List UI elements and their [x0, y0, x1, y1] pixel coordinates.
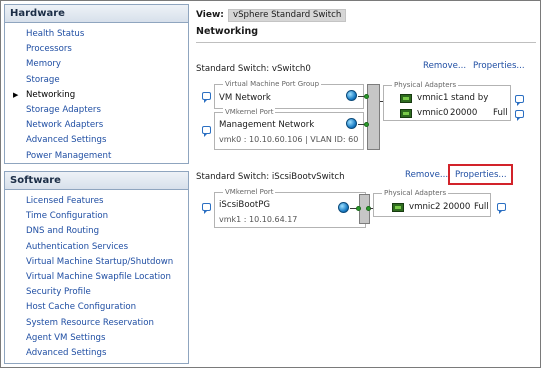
nav-label: Host Cache Configuration — [26, 302, 137, 313]
nav-item-power-management[interactable]: Power Management — [5, 149, 188, 164]
nav-item-security-profile[interactable]: Security Profile — [5, 285, 188, 300]
nav-item-storage-adapters[interactable]: Storage Adapters — [5, 103, 188, 118]
info-bubble-icon[interactable] — [202, 126, 211, 137]
switch0-remove-link[interactable]: Remove... — [423, 61, 466, 71]
nav-label: Agent VM Settings — [26, 332, 106, 343]
hardware-section: Hardware Health Status Processors Memory… — [4, 4, 189, 164]
info-bubble-icon[interactable] — [202, 92, 211, 103]
switch1-properties-link[interactable]: Properties... — [455, 170, 507, 180]
nav-item-dns-routing[interactable]: DNS and Routing — [5, 224, 188, 239]
connector-dot — [364, 122, 369, 127]
nav-item-system-resource-reservation[interactable]: System Resource Reservation — [5, 316, 188, 331]
vmnic2-speed: 20000 — [443, 202, 471, 212]
management-port-name: Management Network — [219, 120, 315, 130]
nav-item-software-advanced-settings[interactable]: Advanced Settings — [5, 346, 188, 361]
nav-item-agent-vm-settings[interactable]: Agent VM Settings — [5, 331, 188, 346]
switch0-properties-link[interactable]: Properties... — [473, 61, 525, 71]
view-label: View: — [196, 10, 224, 20]
nav-label: Virtual Machine Startup/Shutdown — [26, 256, 174, 267]
software-list: Licensed Features Time Configuration DNS… — [5, 190, 188, 361]
nav-item-networking[interactable]: ▶ Networking — [5, 88, 188, 103]
nav-item-vm-startup-shutdown[interactable]: Virtual Machine Startup/Shutdown — [5, 255, 188, 270]
management-globe-icon — [346, 118, 357, 129]
nav-label: Security Profile — [26, 287, 91, 298]
hardware-header: Hardware — [5, 5, 188, 23]
content-pane: View: vSphere Standard Switch Networking… — [196, 4, 536, 364]
vmnic1-name[interactable]: vmnic1 — [417, 93, 448, 103]
nav-label: Storage Adapters — [26, 104, 101, 115]
connector-dot — [364, 94, 369, 99]
vmnic2-name[interactable]: vmnic2 — [409, 202, 440, 212]
title-divider — [196, 42, 536, 43]
nav-label: Networking — [26, 89, 76, 100]
view-row: View: vSphere Standard Switch — [196, 9, 347, 24]
network-adapter-icon — [400, 109, 412, 118]
vm-port-group-name: VM Network — [219, 93, 271, 103]
vmnic2-duplex: Full — [474, 202, 489, 212]
iscsi-port-name: iScsiBootPG — [219, 200, 271, 210]
page-title: Networking — [196, 26, 259, 37]
hardware-list: Health Status Processors Memory Storage … — [5, 23, 188, 164]
nav-item-host-cache-configuration[interactable]: Host Cache Configuration — [5, 300, 188, 315]
virtual-switch-box — [367, 84, 380, 150]
iscsi-port-detail: vmk1 : 10.10.64.17 — [219, 215, 298, 224]
nav-label: Advanced Settings — [26, 347, 107, 358]
active-arrow-icon: ▶ — [13, 90, 19, 99]
left-panel: Hardware Health Status Processors Memory… — [4, 4, 189, 364]
physical-adapters-caption: Physical Adapters — [392, 81, 459, 89]
vm-network-globe-icon — [346, 90, 357, 101]
nav-item-processors[interactable]: Processors — [5, 42, 188, 57]
nav-label: Time Configuration — [26, 211, 109, 222]
network-adapter-icon — [400, 94, 412, 103]
info-bubble-icon[interactable] — [202, 203, 211, 214]
physical-adapters-caption: Physical Adapters — [382, 189, 449, 197]
software-section: Software Licensed Features Time Configur… — [4, 171, 189, 364]
vmnic1-status: stand by — [451, 93, 489, 103]
nav-item-vm-swapfile-location[interactable]: Virtual Machine Swapfile Location — [5, 270, 188, 285]
iscsi-port-caption: VMkernel Port — [223, 188, 276, 196]
info-bubble-icon[interactable] — [515, 110, 524, 121]
management-port-caption: VMkernel Port — [223, 108, 276, 116]
nav-label: Advanced Settings — [26, 135, 107, 146]
nav-label: DNS and Routing — [26, 226, 100, 237]
nav-label: Processors — [26, 44, 72, 55]
nav-item-health-status[interactable]: Health Status — [5, 27, 188, 42]
vmnic0-speed: 20000 — [450, 108, 478, 118]
view-selector[interactable]: vSphere Standard Switch — [228, 9, 347, 22]
software-header: Software — [5, 172, 188, 190]
nav-label: Health Status — [26, 29, 85, 39]
switch1-title: Standard Switch: iScsiBootvSwitch — [196, 172, 345, 182]
nav-label: System Resource Reservation — [26, 317, 154, 328]
info-bubble-icon[interactable] — [497, 203, 506, 214]
nav-label: Memory — [26, 59, 61, 70]
iscsi-globe-icon — [338, 202, 349, 213]
nav-label: Network Adapters — [26, 120, 104, 131]
nav-item-memory[interactable]: Memory — [5, 57, 188, 72]
nav-item-authentication-services[interactable]: Authentication Services — [5, 240, 188, 255]
vmnic0-duplex: Full — [493, 108, 508, 118]
management-port-detail: vmk0 : 10.10.60.106 | VLAN ID: 60 — [219, 135, 359, 144]
vmnic0-name[interactable]: vmnic0 — [417, 108, 448, 118]
nav-label: Virtual Machine Swapfile Location — [26, 271, 171, 282]
info-bubble-icon[interactable] — [515, 95, 524, 106]
nav-label: Licensed Features — [26, 196, 104, 206]
vm-port-group-caption: Virtual Machine Port Group — [223, 80, 322, 88]
management-vmkernel-port[interactable]: VMkernel Port Management Network vmk0 : … — [214, 108, 364, 150]
nav-item-licensed-features[interactable]: Licensed Features — [5, 194, 188, 209]
nav-label: Authentication Services — [26, 241, 129, 252]
network-adapter-icon — [392, 203, 404, 212]
nav-item-storage[interactable]: Storage — [5, 73, 188, 88]
nav-item-network-adapters[interactable]: Network Adapters — [5, 118, 188, 133]
nav-label: Power Management — [26, 150, 112, 161]
nav-label: Storage — [26, 74, 60, 85]
switch0-title: Standard Switch: vSwitch0 — [196, 64, 311, 74]
nav-item-advanced-settings[interactable]: Advanced Settings — [5, 133, 188, 148]
nav-item-time-configuration[interactable]: Time Configuration — [5, 209, 188, 224]
connector-dot — [356, 206, 361, 211]
vm-port-group[interactable]: Virtual Machine Port Group VM Network — [214, 80, 364, 109]
switch1-remove-link[interactable]: Remove... — [405, 170, 448, 180]
